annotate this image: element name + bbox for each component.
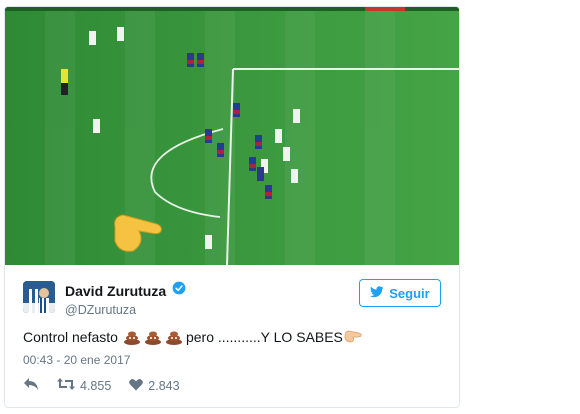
heart-icon [129, 378, 144, 394]
tweet-text: Control nefasto pero ...........Y LO SAB… [23, 329, 365, 345]
reply-button[interactable] [23, 377, 39, 394]
author-info: David Zurutuza @DZurutuza [65, 281, 186, 317]
reply-icon [23, 377, 39, 394]
pile-of-poo-emoji [144, 329, 162, 345]
display-name[interactable]: David Zurutuza [65, 283, 166, 299]
tweet-timestamp[interactable]: 00:43 - 20 ene 2017 [23, 353, 130, 367]
tweet-media-image[interactable] [5, 7, 459, 265]
verified-badge-icon [172, 281, 186, 300]
retweet-count: 4.855 [80, 378, 112, 393]
pile-of-poo-emoji [123, 329, 141, 345]
tweet-header: David Zurutuza @DZurutuza Seguir [23, 279, 441, 319]
retweet-button[interactable]: 4.855 [57, 377, 111, 394]
pointing-hand-emoji [344, 329, 362, 345]
avatar[interactable] [23, 281, 55, 313]
retweet-icon [57, 377, 75, 394]
tweet-text-start: Control nefasto [23, 329, 118, 345]
pile-of-poo-emoji [165, 329, 183, 345]
like-button[interactable]: 2.843 [129, 378, 180, 394]
like-count: 2.843 [148, 378, 180, 393]
user-handle[interactable]: @DZurutuza [65, 303, 186, 317]
tweet-text-end: pero ...........Y LO SABES [185, 329, 343, 345]
tweet-card: David Zurutuza @DZurutuza Seguir Control… [4, 6, 460, 408]
follow-label: Seguir [389, 285, 430, 301]
follow-button[interactable]: Seguir [359, 279, 441, 307]
twitter-bird-icon [370, 285, 384, 301]
tweet-actions: 4.855 2.843 [23, 377, 198, 394]
